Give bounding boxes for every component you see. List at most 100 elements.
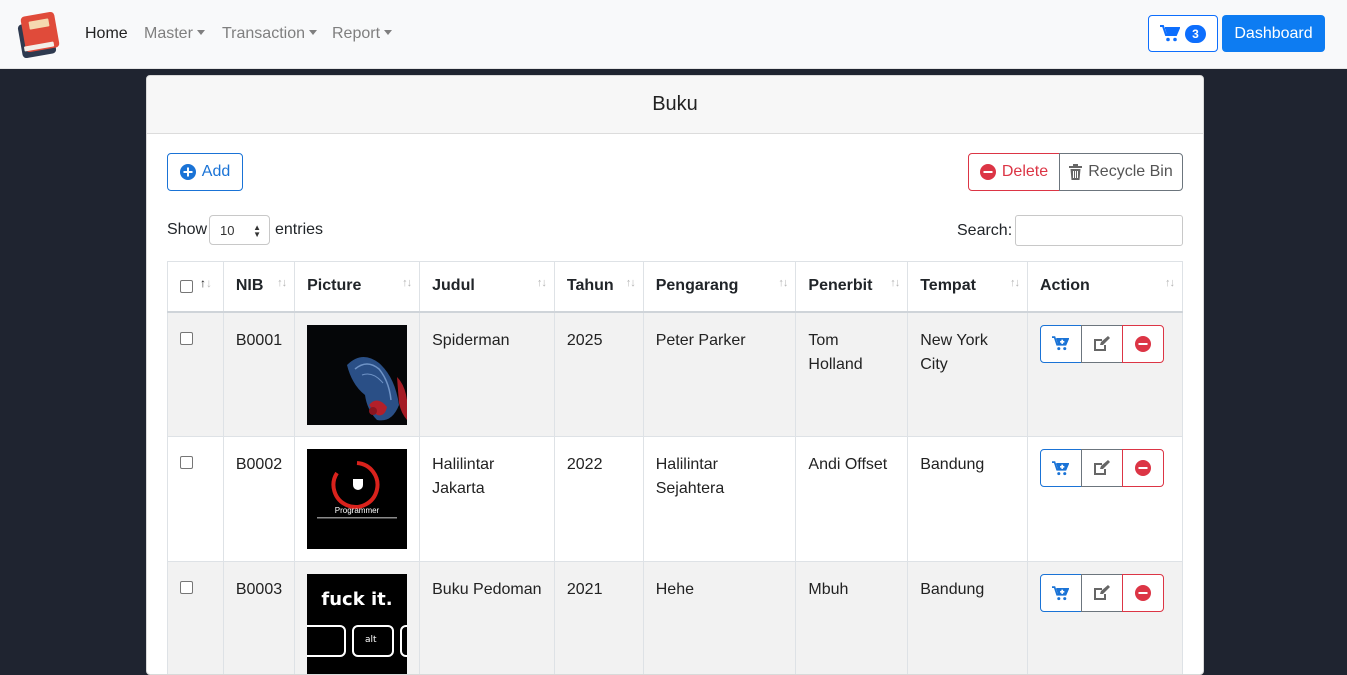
col-tahun-label: Tahun bbox=[567, 277, 614, 294]
pengarang-cell: Halilintar Sejahtera bbox=[643, 437, 796, 562]
minus-circle-icon bbox=[1135, 336, 1151, 352]
nav-transaction-dropdown[interactable]: Transaction bbox=[222, 24, 317, 44]
select-all-checkbox[interactable] bbox=[180, 280, 193, 293]
cart-plus-icon bbox=[1052, 461, 1069, 476]
books-table: ↑↓ NIB↑↓ Picture↑↓ Judul↑↓ Tahun↑↓ Penga… bbox=[167, 261, 1183, 675]
sort-icon: ↑↓ bbox=[778, 277, 787, 289]
judul-cell: Buku Pedoman bbox=[420, 562, 555, 675]
entries-select-value: 10 bbox=[220, 223, 234, 238]
add-button[interactable]: Add bbox=[167, 153, 243, 191]
picture-cell bbox=[295, 312, 420, 437]
add-to-cart-button[interactable] bbox=[1040, 449, 1082, 487]
tempat-cell: Bandung bbox=[908, 562, 1028, 675]
nav-report-dropdown[interactable]: Report bbox=[332, 24, 392, 44]
minus-circle-icon bbox=[980, 164, 996, 180]
card-title: Buku bbox=[147, 76, 1203, 134]
recycle-bin-label: Recycle Bin bbox=[1088, 163, 1172, 181]
caret-down-icon bbox=[384, 30, 392, 35]
cart-plus-icon bbox=[1052, 336, 1069, 351]
penerbit-cell: Tom Holland bbox=[796, 312, 908, 437]
pengarang-cell: Hehe bbox=[643, 562, 796, 675]
keyboard-cover-text: fuck it. bbox=[322, 589, 393, 610]
tempat-cell: Bandung bbox=[908, 437, 1028, 562]
tahun-cell: 2025 bbox=[554, 312, 643, 437]
book-logo-icon[interactable] bbox=[15, 10, 63, 58]
select-arrows-icon: ▲▼ bbox=[253, 224, 261, 238]
sort-icon: ↑↓ bbox=[626, 277, 635, 289]
col-action-label: Action bbox=[1040, 277, 1090, 294]
action-button-group bbox=[1040, 325, 1170, 363]
action-button-group bbox=[1040, 449, 1170, 487]
nib-cell: B0002 bbox=[223, 437, 294, 562]
cart-button[interactable]: 3 bbox=[1148, 15, 1218, 52]
row-checkbox[interactable] bbox=[180, 456, 193, 469]
add-to-cart-button[interactable] bbox=[1040, 325, 1082, 363]
edit-button[interactable] bbox=[1081, 574, 1123, 612]
row-checkbox[interactable] bbox=[180, 581, 193, 594]
cart-plus-icon bbox=[1052, 586, 1069, 601]
action-cell bbox=[1027, 562, 1182, 675]
remove-button[interactable] bbox=[1122, 574, 1164, 612]
col-penerbit-label: Penerbit bbox=[808, 277, 872, 294]
remove-button[interactable] bbox=[1122, 325, 1164, 363]
search-input[interactable] bbox=[1015, 215, 1183, 246]
col-pengarang[interactable]: Pengarang ↑↓ bbox=[643, 262, 796, 312]
edit-icon bbox=[1093, 460, 1110, 476]
edit-icon bbox=[1093, 336, 1110, 352]
tahun-cell: 2021 bbox=[554, 562, 643, 675]
row-select-cell bbox=[168, 562, 224, 675]
nav-master-dropdown[interactable]: Master bbox=[144, 24, 205, 44]
judul-cell: Spiderman bbox=[420, 312, 555, 437]
table-row: B0001 Spiderman 2025 Peter Parker Tom bbox=[168, 312, 1183, 437]
keyboard-cover-image[interactable]: fuck it. alt bbox=[307, 574, 407, 674]
nib-cell: B0001 bbox=[223, 312, 294, 437]
edit-button[interactable] bbox=[1081, 449, 1123, 487]
remove-button[interactable] bbox=[1122, 449, 1164, 487]
col-judul[interactable]: Judul↑↓ bbox=[420, 262, 555, 312]
edit-button[interactable] bbox=[1081, 325, 1123, 363]
programmer-cover-image[interactable]: Programmer bbox=[307, 449, 407, 549]
tahun-cell: 2022 bbox=[554, 437, 643, 562]
navbar: Home Master Transaction Report 3 Dashboa… bbox=[0, 0, 1347, 69]
sort-icon: ↑↓ bbox=[402, 277, 411, 289]
col-nib[interactable]: NIB↑↓ bbox=[223, 262, 294, 312]
nav-master-label: Master bbox=[144, 25, 193, 42]
delete-button[interactable]: Delete bbox=[968, 153, 1060, 191]
plus-circle-icon bbox=[180, 164, 196, 180]
judul-cell: Halilintar Jakarta bbox=[420, 437, 555, 562]
caret-down-icon bbox=[309, 30, 317, 35]
col-tahun[interactable]: Tahun ↑↓ bbox=[554, 262, 643, 312]
col-tempat-label: Tempat bbox=[920, 277, 976, 294]
delete-button-label: Delete bbox=[1002, 163, 1048, 181]
dashboard-button[interactable]: Dashboard bbox=[1222, 15, 1325, 52]
picture-cell: Programmer bbox=[295, 437, 420, 562]
select-all-header[interactable]: ↑↓ bbox=[168, 262, 224, 312]
col-pengarang-label: Pengarang bbox=[656, 277, 739, 294]
minus-circle-icon bbox=[1135, 585, 1151, 601]
penerbit-cell: Andi Offset bbox=[796, 437, 908, 562]
penerbit-cell: Mbuh bbox=[796, 562, 908, 675]
sort-icon: ↑↓ bbox=[1165, 277, 1174, 289]
add-to-cart-button[interactable] bbox=[1040, 574, 1082, 612]
col-picture[interactable]: Picture↑↓ bbox=[295, 262, 420, 312]
row-checkbox[interactable] bbox=[180, 332, 193, 345]
sort-active-icon: ↑↓ bbox=[200, 276, 212, 290]
action-cell bbox=[1027, 437, 1182, 562]
action-cell bbox=[1027, 312, 1182, 437]
col-tempat[interactable]: Tempat ↑↓ bbox=[908, 262, 1028, 312]
spiderman-cover-image[interactable] bbox=[307, 325, 407, 425]
add-button-label: Add bbox=[202, 163, 230, 181]
sort-icon: ↑↓ bbox=[1010, 277, 1019, 289]
caret-down-icon bbox=[197, 30, 205, 35]
pengarang-cell: Peter Parker bbox=[643, 312, 796, 437]
col-action[interactable]: Action ↑↓ bbox=[1027, 262, 1182, 312]
entries-select[interactable]: 10 ▲▼ bbox=[209, 215, 270, 245]
table-header-row: ↑↓ NIB↑↓ Picture↑↓ Judul↑↓ Tahun↑↓ Penga… bbox=[168, 262, 1183, 312]
col-penerbit[interactable]: Penerbit↑↓ bbox=[796, 262, 908, 312]
row-select-cell bbox=[168, 437, 224, 562]
nav-home[interactable]: Home bbox=[85, 24, 128, 44]
col-judul-label: Judul bbox=[432, 277, 475, 294]
programmer-cover-text: Programmer bbox=[335, 506, 380, 515]
minus-circle-icon bbox=[1135, 460, 1151, 476]
recycle-bin-button[interactable]: Recycle Bin bbox=[1059, 153, 1183, 191]
